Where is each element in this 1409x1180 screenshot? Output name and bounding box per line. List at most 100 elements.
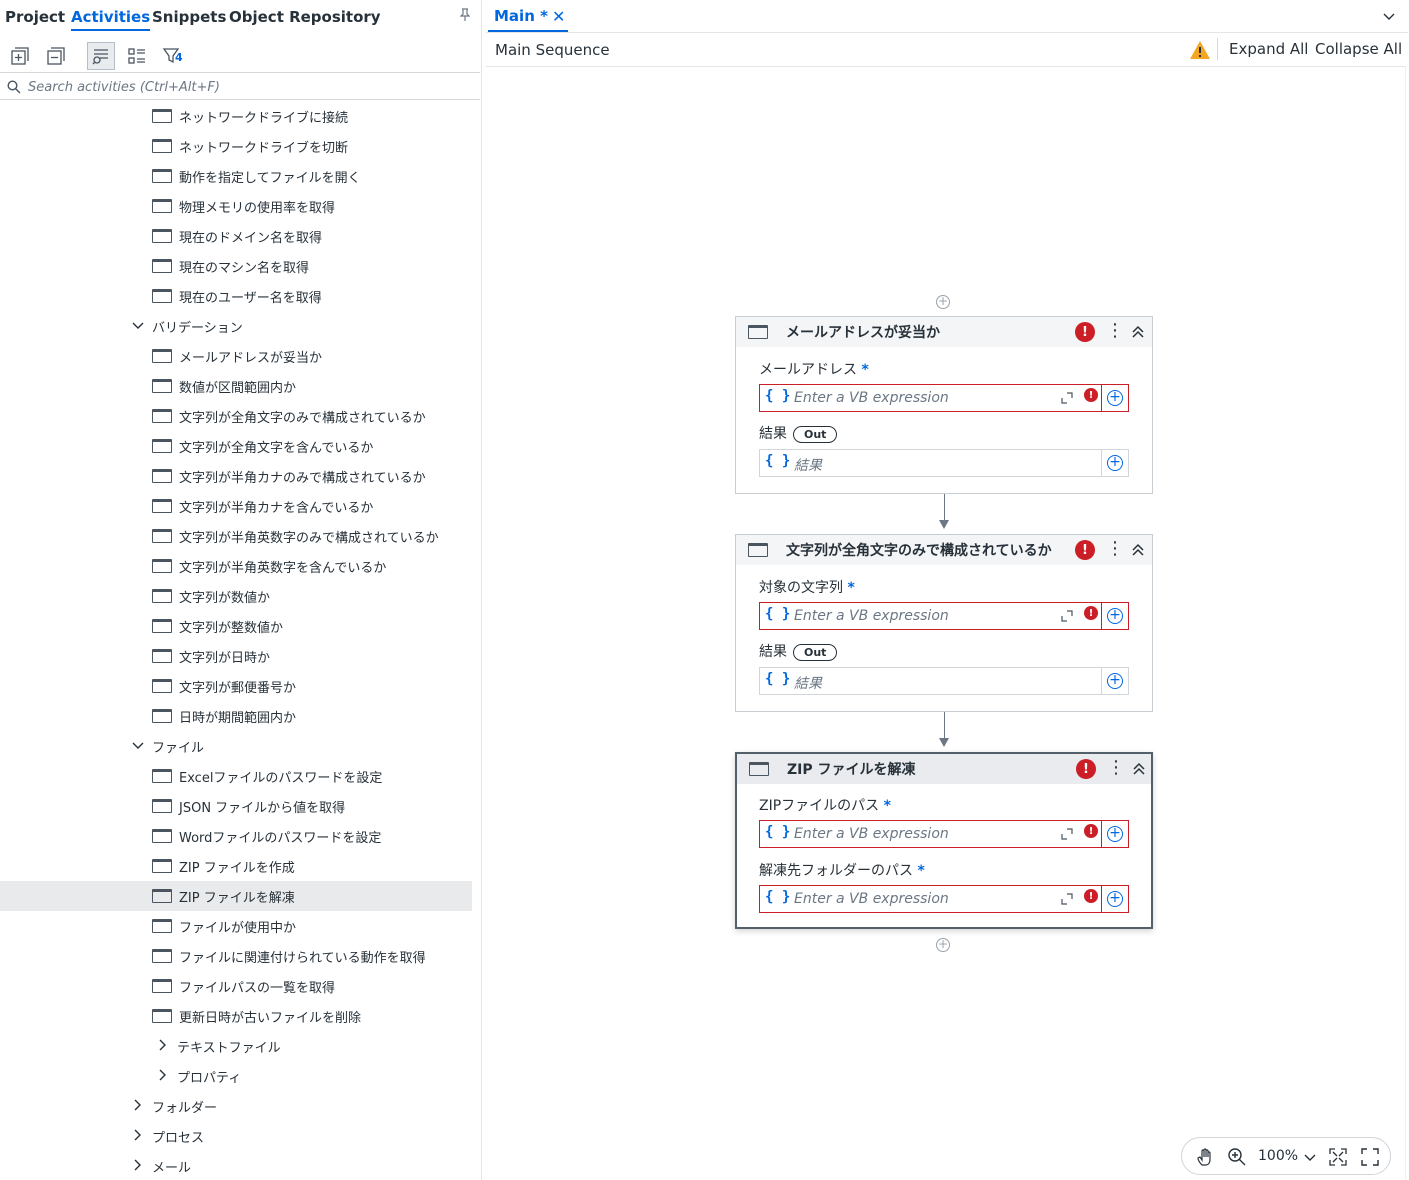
zoom-level[interactable]: 100% [1258,1148,1298,1164]
filter-icon[interactable]: 4 [158,42,186,70]
field-error-icon[interactable]: ! [1084,824,1098,838]
collapse-tree-icon[interactable] [42,42,70,70]
more-options-icon[interactable]: ⋮ [1106,321,1124,341]
add-variable-button[interactable]: + [1101,886,1128,912]
tree-activity-item[interactable]: ネットワークドライブに接続 [0,101,472,131]
tree-activity-item[interactable]: ファイルが使用中か [0,911,472,941]
tree-activity-item[interactable]: 文字列が郵便番号か [0,671,472,701]
activity-card-fullwidth-check[interactable]: 文字列が全角文字のみで構成されているか ! ⋮ 対象の文字列 * { } Ent… [735,534,1153,712]
tree-activity-item[interactable]: Wordファイルのパスワードを設定 [0,821,472,851]
target-string-input[interactable]: { } Enter a VB expression ! + [759,602,1129,630]
add-variable-button[interactable]: + [1101,821,1128,847]
chevron-down-icon[interactable] [132,739,144,753]
tree-category-item[interactable]: フォルダー [0,1091,472,1121]
chevron-right-icon[interactable] [157,1039,169,1054]
field-error-icon[interactable]: ! [1084,606,1098,620]
zoom-in-icon[interactable] [1227,1147,1247,1167]
search-input[interactable] [28,76,468,98]
card-header[interactable]: ZIP ファイルを解凍 ! ⋮ [737,754,1151,784]
collapse-icon[interactable] [1130,539,1146,559]
tree-activity-item[interactable]: Excelファイルのパスワードを設定 [0,761,472,791]
error-icon[interactable]: ! [1076,759,1096,779]
add-activity-bottom-icon[interactable]: + [936,938,950,952]
chevron-down-icon[interactable] [132,319,144,333]
field-error-icon[interactable]: ! [1084,388,1098,402]
tree-activity-item[interactable]: ZIP ファイルを作成 [0,851,472,881]
tree-category-item[interactable]: プロパティ [0,1061,472,1091]
tree-activity-item[interactable]: 更新日時が古いファイルを削除 [0,1001,472,1031]
tree-activity-item[interactable]: ZIP ファイルを解凍 [0,881,472,911]
tree-category-item[interactable]: メール [0,1151,472,1180]
tree-category-item[interactable]: ファイル [0,731,472,761]
expand-editor-icon[interactable] [1061,392,1073,404]
tree-activity-item[interactable]: 現在のユーザー名を取得 [0,281,472,311]
activity-card-email[interactable]: メールアドレスが妥当か ! ⋮ メールアドレス * { } Enter a VB… [735,316,1153,494]
tree-activity-item[interactable]: 文字列が全角文字のみで構成されているか [0,401,472,431]
card-header[interactable]: 文字列が全角文字のみで構成されているか ! ⋮ [736,535,1152,565]
tree-activity-item[interactable]: 現在のマシン名を取得 [0,251,472,281]
tab-main[interactable]: Main * [494,7,548,25]
tree-activity-item[interactable]: 文字列が全角文字を含んでいるか [0,431,472,461]
tab-object-repository[interactable]: Object Repository [229,8,381,26]
warning-icon[interactable] [1189,40,1211,64]
pin-icon[interactable] [459,8,471,25]
add-variable-button[interactable]: + [1101,450,1128,476]
error-icon[interactable]: ! [1075,322,1095,342]
more-options-icon[interactable]: ⋮ [1107,758,1125,778]
field-error-icon[interactable]: ! [1084,889,1098,903]
fullscreen-icon[interactable] [1360,1147,1380,1167]
expand-all-button[interactable]: Expand All [1229,40,1308,58]
card-header[interactable]: メールアドレスが妥当か ! ⋮ [736,317,1152,347]
tree-activity-item[interactable]: 文字列が半角カナのみで構成されているか [0,461,472,491]
tree-activity-item[interactable]: 文字列が数値か [0,581,472,611]
zip-path-input[interactable]: { } Enter a VB expression ! + [759,820,1129,848]
email-address-input[interactable]: { } Enter a VB expression ! + [759,384,1129,412]
tab-activities[interactable]: Activities [71,8,151,31]
expand-editor-icon[interactable] [1061,828,1073,840]
breadcrumb[interactable]: Main Sequence [495,41,610,59]
destination-folder-input[interactable]: { } Enter a VB expression ! + [759,885,1129,913]
tree-activity-item[interactable]: 物理メモリの使用率を取得 [0,191,472,221]
tree-activity-item[interactable]: 文字列が半角英数字を含んでいるか [0,551,472,581]
add-variable-button[interactable]: + [1101,603,1128,629]
add-variable-button[interactable]: + [1101,668,1128,694]
tree-activity-item[interactable]: ネットワークドライブを切断 [0,131,472,161]
tree-activity-item[interactable]: 現在のドメイン名を取得 [0,221,472,251]
chevron-down-icon[interactable] [1383,10,1395,24]
expand-tree-icon[interactable] [6,42,34,70]
tree-activity-item[interactable]: 動作を指定してファイルを開く [0,161,472,191]
list-view-icon[interactable] [123,42,151,70]
tree-activity-item[interactable]: メールアドレスが妥当か [0,341,472,371]
tab-project[interactable]: Project [5,8,65,26]
tree-activity-item[interactable]: 数値が区間範囲内か [0,371,472,401]
tab-snippets[interactable]: Snippets [152,8,226,26]
tree-activity-item[interactable]: 文字列が整数値か [0,611,472,641]
tree-category-item[interactable]: バリデーション [0,311,472,341]
add-variable-button[interactable]: + [1101,385,1128,411]
tree-category-item[interactable]: テキストファイル [0,1031,472,1061]
tree-activity-item[interactable]: 文字列が日時か [0,641,472,671]
show-descriptions-icon[interactable] [87,42,115,70]
tree-activity-item[interactable]: JSON ファイルから値を取得 [0,791,472,821]
activity-card-unzip[interactable]: ZIP ファイルを解凍 ! ⋮ ZIPファイルのパス * { } Enter a… [735,752,1153,929]
expand-editor-icon[interactable] [1061,893,1073,905]
collapse-icon[interactable] [1131,758,1147,778]
tree-activity-item[interactable]: 日時が期間範囲内か [0,701,472,731]
result-output-input[interactable]: { } 結果 + [759,667,1129,695]
error-icon[interactable]: ! [1075,540,1095,560]
tree-activity-item[interactable]: ファイルに関連付けられている動作を取得 [0,941,472,971]
chevron-down-icon[interactable] [1304,1147,1316,1167]
more-options-icon[interactable]: ⋮ [1106,539,1124,559]
chevron-right-icon[interactable] [132,1129,144,1144]
close-icon[interactable]: ✕ [552,7,565,26]
result-output-input[interactable]: { } 結果 + [759,449,1129,477]
tree-activity-item[interactable]: 文字列が半角英数字のみで構成されているか [0,521,472,551]
chevron-right-icon[interactable] [132,1159,144,1174]
collapse-all-button[interactable]: Collapse All [1315,40,1402,58]
fit-to-screen-icon[interactable] [1328,1147,1348,1167]
add-activity-top-icon[interactable]: + [936,295,950,309]
chevron-right-icon[interactable] [157,1069,169,1084]
hand-pan-icon[interactable] [1196,1147,1216,1167]
chevron-right-icon[interactable] [132,1099,144,1114]
tree-activity-item[interactable]: 文字列が半角カナを含んでいるか [0,491,472,521]
